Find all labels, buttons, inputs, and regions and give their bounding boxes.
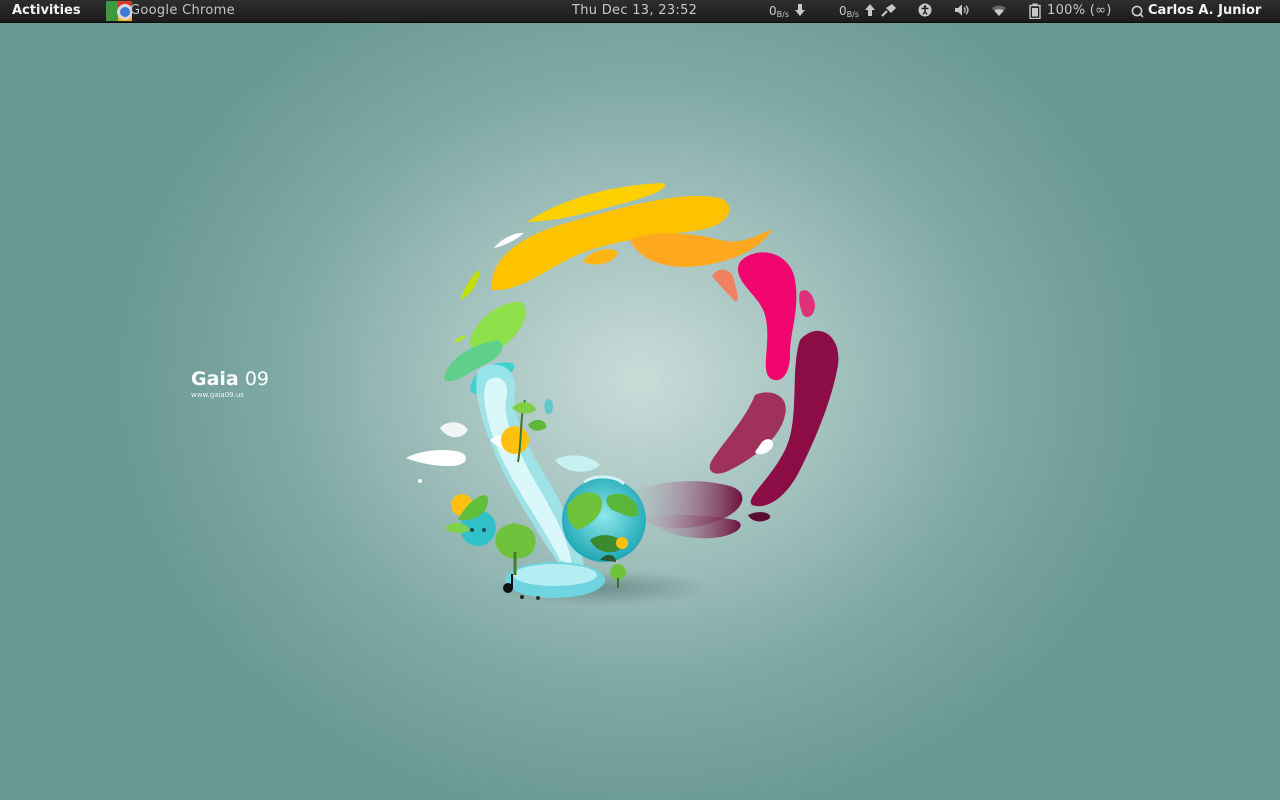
user-name: Carlos A. Junior xyxy=(1148,3,1262,18)
arrow-up-icon xyxy=(864,4,875,16)
wallpaper-brand-number: 09 xyxy=(244,368,269,390)
volume-icon[interactable] xyxy=(954,3,970,19)
user-status-icon xyxy=(1131,4,1144,26)
wallpaper-brand: Gaia 09 www.gaia09.us xyxy=(191,368,269,399)
net-down-value: 0 xyxy=(769,4,777,18)
wallpaper-art xyxy=(406,183,839,606)
accessibility-icon[interactable] xyxy=(918,3,932,19)
top-panel: Activities Google Chrome Thu Dec 13, 23:… xyxy=(0,0,1280,23)
activities-button[interactable]: Activities xyxy=(12,0,81,22)
clock[interactable]: Thu Dec 13, 23:52 xyxy=(572,0,697,22)
wallpaper-brand-name: Gaia xyxy=(191,368,239,390)
battery-indicator[interactable]: 100% (∞) xyxy=(1029,0,1119,22)
arrow-down-icon xyxy=(794,4,805,16)
app-menu-label: Google Chrome xyxy=(130,3,235,18)
net-up-unit: B/s xyxy=(846,10,859,19)
wifi-icon[interactable] xyxy=(991,3,1007,19)
net-speed-up[interactable]: 0B/s xyxy=(839,0,897,22)
net-up-value: 0 xyxy=(839,4,847,18)
desktop: Gaia 09 www.gaia09.us Activities Google … xyxy=(0,0,1280,800)
plug-icon xyxy=(880,4,896,17)
wallpaper-brand-url: www.gaia09.us xyxy=(191,391,244,399)
net-down-unit: B/s xyxy=(776,10,789,19)
user-menu-button[interactable]: Carlos A. Junior xyxy=(1131,0,1271,22)
battery-icon xyxy=(1029,3,1041,27)
app-menu-button[interactable]: Google Chrome xyxy=(106,0,246,22)
net-speed-down[interactable]: 0B/s xyxy=(769,0,805,22)
google-chrome-icon xyxy=(106,1,133,21)
battery-label: 100% (∞) xyxy=(1047,3,1112,18)
wallpaper-brand-title: Gaia 09 xyxy=(191,368,269,390)
